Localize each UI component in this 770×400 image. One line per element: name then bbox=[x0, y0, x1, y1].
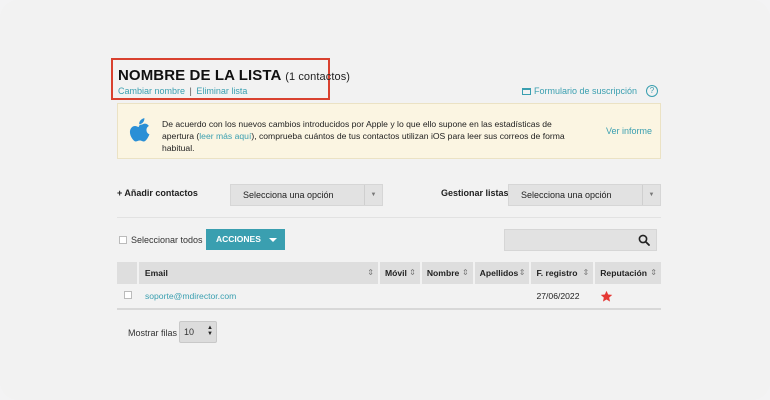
rows-per-page-label: Mostrar filas bbox=[128, 328, 178, 338]
chevron-down-icon: ▼ bbox=[364, 185, 382, 205]
separator: | bbox=[189, 86, 192, 96]
add-contacts-select[interactable]: Selecciona una opción ▼ bbox=[230, 184, 383, 206]
search-input[interactable] bbox=[504, 229, 657, 251]
column-registro-label: F. registro bbox=[536, 268, 578, 278]
actions-button[interactable]: ACCIONES bbox=[206, 229, 285, 250]
select-all-label: Seleccionar todos bbox=[131, 235, 203, 245]
column-email-label: Email bbox=[144, 268, 168, 278]
column-apellidos[interactable]: Apellidos ⇕ bbox=[474, 262, 530, 284]
list-name: NOMBRE DE LA LISTA bbox=[118, 67, 281, 84]
subscription-form-link[interactable]: Formulario de suscripción ? bbox=[521, 85, 658, 97]
contacts-table: Email ⇕ Móvil ⇕ Nombre ⇕ Apellidos ⇕ F. regi… bbox=[117, 262, 661, 310]
header-checkbox-column bbox=[117, 262, 137, 284]
form-icon bbox=[521, 87, 531, 95]
row-checkbox[interactable] bbox=[124, 291, 132, 299]
cell-registro: 27/06/2022 bbox=[536, 291, 580, 301]
column-nombre[interactable]: Nombre ⇕ bbox=[421, 262, 473, 284]
column-reputacion[interactable]: Reputación ⇕ bbox=[595, 262, 661, 284]
sort-icon: ⇕ bbox=[582, 268, 590, 277]
sort-icon: ⇕ bbox=[518, 268, 526, 277]
read-more-link[interactable]: leer más aquí bbox=[199, 131, 251, 141]
add-contacts-label: + Añadir contactos bbox=[117, 188, 198, 198]
help-icon[interactable]: ? bbox=[646, 85, 658, 97]
list-title-box: NOMBRE DE LA LISTA (1 contactos) Cambiar… bbox=[111, 58, 350, 100]
column-registro[interactable]: F. registro ⇕ bbox=[531, 262, 594, 284]
star-icon bbox=[601, 290, 613, 302]
rows-per-page-value: 10 bbox=[184, 327, 195, 337]
select-all-checkbox[interactable] bbox=[119, 236, 127, 244]
view-report-link[interactable]: Ver informe bbox=[606, 126, 652, 136]
chevron-down-icon: ▼ bbox=[642, 185, 660, 205]
actions-label: ACCIONES bbox=[216, 234, 261, 244]
cell-email[interactable]: soporte@mdirector.com bbox=[139, 291, 378, 301]
divider bbox=[117, 217, 661, 218]
manage-lists-select-value: Selecciona una opción bbox=[521, 190, 612, 200]
rename-list-link[interactable]: Cambiar nombre bbox=[118, 86, 185, 96]
page-title: NOMBRE DE LA LISTA (1 contactos) bbox=[118, 67, 350, 84]
list-content: NOMBRE DE LA LISTA (1 contactos) Cambiar… bbox=[111, 0, 661, 400]
contact-count: (1 contactos) bbox=[285, 71, 351, 83]
sort-icon: ⇕ bbox=[409, 268, 416, 277]
subscription-form-label: Formulario de suscripción bbox=[533, 86, 637, 96]
column-nombre-label: Nombre bbox=[426, 268, 460, 278]
ios-notice: De acuerdo con los nuevos cambios introd… bbox=[117, 103, 661, 159]
select-all[interactable]: Seleccionar todos bbox=[119, 235, 203, 245]
sort-icon: ⇕ bbox=[461, 268, 469, 277]
add-contacts-select-value: Selecciona una opción bbox=[243, 190, 334, 200]
delete-list-link[interactable]: Eliminar lista bbox=[196, 86, 247, 96]
rows-per-page-select[interactable]: 10 ▲ ▼ bbox=[179, 321, 217, 343]
column-movil-label: Móvil bbox=[384, 268, 407, 278]
row-checkbox-cell bbox=[117, 291, 137, 301]
table-row[interactable]: soporte@mdirector.com 27/06/2022 bbox=[117, 284, 661, 310]
title-actions: Cambiar nombre | Eliminar lista bbox=[118, 86, 247, 96]
column-movil[interactable]: Móvil ⇕ bbox=[379, 262, 420, 284]
cell-reputacion bbox=[595, 290, 661, 303]
caret-down-icon bbox=[269, 238, 277, 242]
manage-lists-label: Gestionar listas bbox=[441, 188, 509, 198]
sort-icon: ⇕ bbox=[367, 268, 374, 277]
apple-icon bbox=[129, 118, 150, 142]
manage-lists-select[interactable]: Selecciona una opción ▼ bbox=[508, 184, 661, 206]
column-apellidos-label: Apellidos bbox=[479, 268, 519, 278]
column-email[interactable]: Email ⇕ bbox=[138, 262, 378, 284]
updown-icon: ▲ ▼ bbox=[207, 325, 213, 337]
sort-icon: ⇕ bbox=[650, 268, 657, 277]
table-header: Email ⇕ Móvil ⇕ Nombre ⇕ Apellidos ⇕ F. regi… bbox=[117, 262, 661, 284]
search-icon[interactable] bbox=[638, 234, 650, 246]
notice-text: De acuerdo con los nuevos cambios introd… bbox=[162, 118, 582, 154]
column-reputacion-label: Reputación bbox=[600, 268, 648, 278]
